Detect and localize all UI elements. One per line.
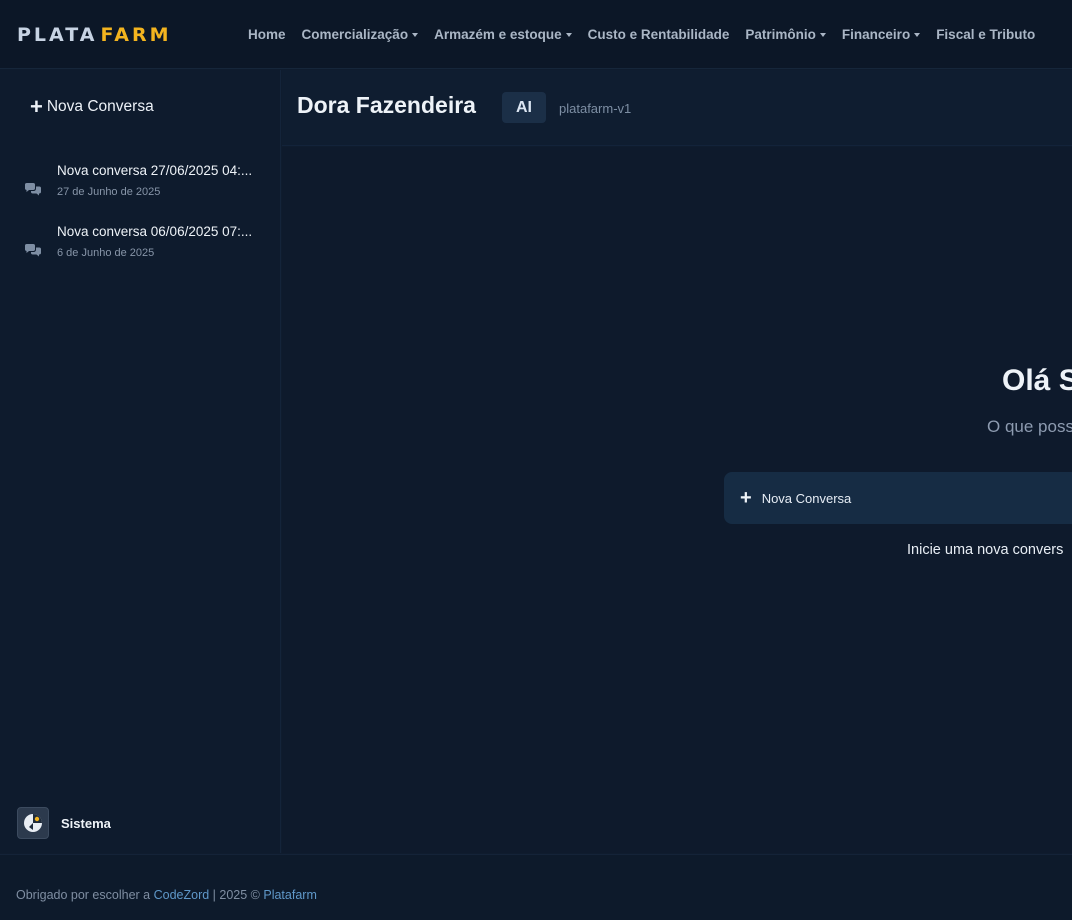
conversation-sidebar: + Nova Conversa Nova conversa 27/06/2025…: [0, 70, 281, 853]
ai-badge: AI: [502, 92, 546, 123]
nav-armazem[interactable]: Armazém e estoque: [434, 27, 572, 42]
caret-down-icon: [914, 32, 921, 37]
footer-prefix: Obrigado por escolher a: [16, 888, 154, 902]
nav-fiscal[interactable]: Fiscal e Tributo: [936, 27, 1035, 42]
start-conversation-label: Nova Conversa: [761, 490, 852, 506]
nav-fiscal-label: Fiscal e Tributo: [936, 27, 1036, 42]
plus-icon: +: [30, 94, 43, 119]
logo-text-plata: PLATA: [17, 24, 98, 46]
conversation-title: Nova conversa 27/06/2025 04:...: [57, 163, 253, 178]
caret-down-icon: [565, 32, 572, 37]
conversation-title: Nova conversa 06/06/2025 07:...: [57, 224, 253, 239]
page-footer: Obrigado por escolher a CodeZord | 2025 …: [0, 854, 1072, 920]
conversation-date: 27 de Junho de 2025: [57, 186, 161, 198]
plus-icon: +: [740, 487, 752, 509]
nav-home[interactable]: Home: [248, 27, 286, 42]
main-menu: Home Comercialização Armazém e estoque C…: [248, 0, 1051, 69]
caret-down-icon: [819, 32, 826, 37]
nav-financeiro-label: Financeiro: [841, 27, 911, 42]
nav-custo[interactable]: Custo e Rentabilidade: [588, 27, 730, 42]
chat-bubbles-icon: [25, 244, 41, 257]
nav-armazem-label: Armazém e estoque: [434, 27, 562, 42]
system-label: Sistema: [61, 815, 111, 831]
nav-patrimonio-label: Patrimônio: [745, 27, 816, 42]
assistant-name: Dora Fazendeira: [297, 92, 476, 118]
nav-patrimonio[interactable]: Patrimônio: [745, 27, 826, 42]
nav-custo-label: Custo e Rentabilidade: [587, 27, 730, 42]
nav-financeiro[interactable]: Financeiro: [841, 27, 921, 42]
new-conversation-label: Nova Conversa: [46, 98, 154, 115]
chat-header: Dora Fazendeira AI platafarm-v1: [282, 70, 1072, 146]
system-logo-icon: [24, 814, 42, 832]
model-tag: platafarm-v1: [559, 101, 632, 116]
caret-down-icon: [412, 32, 419, 37]
nav-comercializacao-label: Comercialização: [301, 27, 409, 42]
greeting-heading: Olá S: [1002, 364, 1072, 397]
system-user[interactable]: Sistema: [17, 807, 111, 839]
avatar: [17, 807, 49, 839]
chat-bubbles-icon: [25, 183, 41, 196]
conversation-item[interactable]: Nova conversa 06/06/2025 07:... 6 de Jun…: [0, 224, 281, 282]
codezord-link[interactable]: CodeZord: [154, 888, 210, 902]
platafarm-logo[interactable]: PLATA FARM: [17, 24, 172, 46]
chat-area: Olá S O que poss + Nova Conversa Inicie …: [282, 147, 1072, 853]
platafarm-link[interactable]: Platafarm: [263, 888, 317, 902]
logo-text-farm: FARM: [100, 24, 172, 46]
new-conversation-button[interactable]: + Nova Conversa: [30, 94, 154, 119]
top-navbar: PLATA FARM Home Comercialização Armazém …: [0, 0, 1072, 69]
conversation-item[interactable]: Nova conversa 27/06/2025 04:... 27 de Ju…: [0, 163, 281, 221]
footer-text: Obrigado por escolher a CodeZord | 2025 …: [16, 888, 317, 902]
nav-home-label: Home: [248, 27, 286, 42]
nav-comercializacao[interactable]: Comercialização: [302, 27, 419, 42]
greeting-subtitle: O que poss: [987, 417, 1072, 436]
footer-middle: | 2025 ©: [209, 888, 264, 902]
start-hint: Inicie uma nova convers: [907, 542, 1064, 558]
conversation-date: 6 de Junho de 2025: [57, 247, 155, 259]
start-conversation-button[interactable]: + Nova Conversa: [724, 472, 1072, 524]
